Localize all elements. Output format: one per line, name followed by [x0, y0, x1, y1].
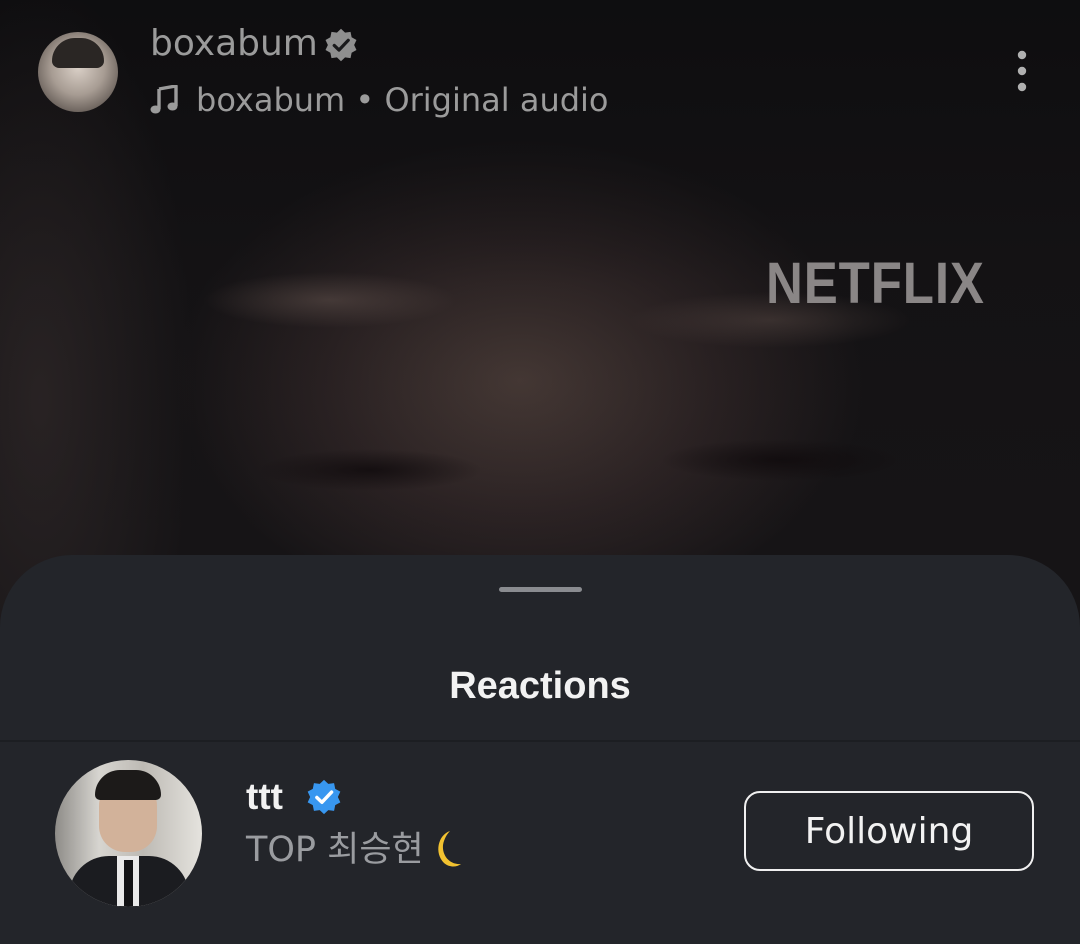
netflix-watermark: NETFLIX	[766, 251, 985, 316]
avatar-tie	[124, 860, 133, 906]
audio-text: boxabum • Original audio	[196, 81, 609, 119]
avatar-hair	[52, 38, 104, 68]
reaction-row[interactable]: ttt TOP 최승현 Following	[0, 742, 1080, 944]
sheet-title: Reactions	[449, 665, 631, 707]
verified-badge-icon	[307, 779, 341, 815]
following-button[interactable]: Following	[744, 791, 1034, 871]
audio-attribution[interactable]: boxabum • Original audio	[150, 80, 609, 120]
reaction-username[interactable]: ttt	[246, 776, 283, 818]
reaction-display-name: TOP 최승현	[246, 828, 462, 872]
sheet-drag-handle[interactable]	[499, 587, 582, 592]
reactions-sheet: Reactions ttt TOP 최승현 Following	[0, 555, 1080, 944]
music-note-icon	[150, 85, 178, 114]
more-vertical-icon[interactable]	[1008, 48, 1036, 94]
verified-badge-icon	[325, 28, 357, 62]
display-name-text: TOP 최승현	[246, 830, 424, 870]
avatar-hair	[95, 770, 161, 800]
author-username[interactable]: boxabum	[150, 22, 318, 66]
reel-header: boxabum boxabum • Original audio	[0, 0, 1080, 140]
user-avatar[interactable]	[55, 760, 202, 907]
author-avatar[interactable]	[38, 32, 118, 112]
crescent-moon-icon	[438, 831, 461, 867]
